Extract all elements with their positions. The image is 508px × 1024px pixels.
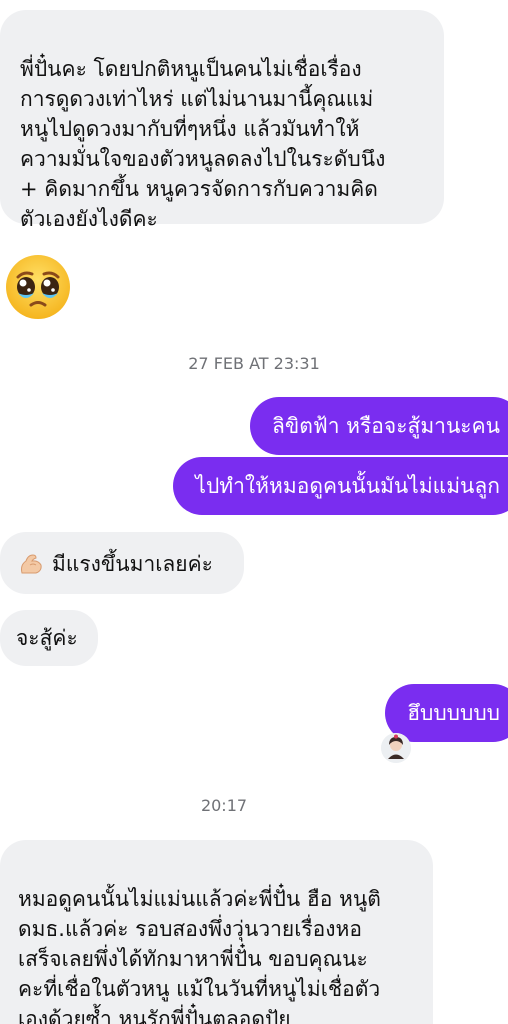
incoming-message[interactable]: หมอดูคนนั้นไม่แม่นแล้วค่ะพี่ปั๋น ฮือ หนู… xyxy=(0,840,433,1024)
seen-avatar xyxy=(381,733,411,763)
message-text: จะสู้ค่ะ xyxy=(16,626,78,650)
message-text: ลิขิตฟ้า หรือจะสู้มานะคน xyxy=(271,414,500,438)
incoming-message[interactable]: มีแรงขึ้นมาเลยค่ะ xyxy=(0,532,244,594)
incoming-message[interactable]: พี่ปั๋นคะ โดยปกติหนูเป็นคนไม่เชื่อเรื่อง… xyxy=(0,10,444,231)
message-text: มีแรงขึ้นมาเลยค่ะ xyxy=(52,552,213,576)
timestamp: 20:17 xyxy=(200,796,248,815)
timestamp: 27 FEB AT 23:31 xyxy=(188,354,320,373)
message-text: หมอดูคนนั้นไม่แม่นแล้วค่ะพี่ปั๋น ฮือ หนู… xyxy=(18,887,381,1024)
message-text: พี่ปั๋นคะ โดยปกติหนูเป็นคนไม่เชื่อเรื่อง… xyxy=(20,57,386,231)
outgoing-message[interactable]: ฮึบบบบบบ xyxy=(385,684,508,742)
outgoing-message[interactable]: ไปทำให้หมอดูคนนั้นมันไม่แม่นลูก xyxy=(173,457,508,515)
incoming-message[interactable]: จะสู้ค่ะ xyxy=(0,610,98,666)
message-text: ไปทำให้หมอดูคนนั้นมันไม่แม่นลูก xyxy=(195,474,500,498)
avatar-icon xyxy=(381,733,411,763)
pleading-face-icon xyxy=(6,255,70,319)
message-text: ฮึบบบบบบ xyxy=(407,701,500,725)
flexed-biceps-icon xyxy=(21,554,42,574)
outgoing-message[interactable]: ลิขิตฟ้า หรือจะสู้มานะคน xyxy=(249,397,508,455)
pleading-face-emoji[interactable] xyxy=(4,253,72,321)
